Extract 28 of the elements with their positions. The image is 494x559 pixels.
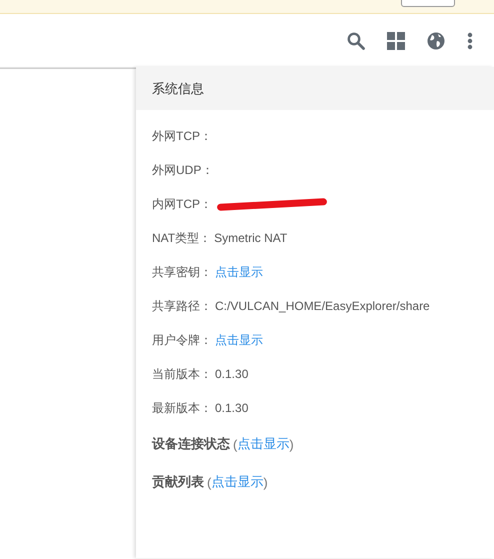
field-label: 内网TCP： <box>152 196 212 212</box>
search-icon[interactable] <box>347 32 365 50</box>
field-value: Symetric NAT <box>214 231 288 245</box>
field-label: 当前版本： <box>152 366 212 382</box>
globe-icon[interactable] <box>427 32 445 50</box>
bracket: ) <box>263 474 268 490</box>
field-value: C:/VULCAN_HOME/EasyExplorer/share <box>215 299 430 313</box>
bracket: ( <box>207 474 212 490</box>
more-icon[interactable] <box>467 32 473 50</box>
field-label: 共享密钥： <box>152 264 212 280</box>
field-label: 共享路径： <box>152 298 212 314</box>
show-link[interactable]: 点击显示 <box>211 473 264 491</box>
show-link[interactable]: 点击显示 <box>237 435 290 453</box>
field-value: 0.1.30 <box>215 367 248 381</box>
show-link[interactable]: 点击显示 <box>215 332 263 348</box>
field-label: 外网UDP： <box>152 162 214 178</box>
bracket: ) <box>289 436 294 452</box>
grid-icon[interactable] <box>387 32 405 50</box>
field-value: 0.1.30 <box>215 401 248 415</box>
field-label: 最新版本： <box>152 400 212 416</box>
bracket: ( <box>233 436 238 452</box>
section-title: 设备连接状态 <box>152 435 230 453</box>
show-link[interactable]: 点击显示 <box>215 264 263 280</box>
field-label: NAT类型： <box>152 230 212 246</box>
section-title: 贡献列表 <box>152 473 204 491</box>
field-label: 用户令牌： <box>152 332 212 348</box>
panel-title: 系统信息 <box>152 80 204 98</box>
field-label: 外网TCP： <box>152 128 212 144</box>
